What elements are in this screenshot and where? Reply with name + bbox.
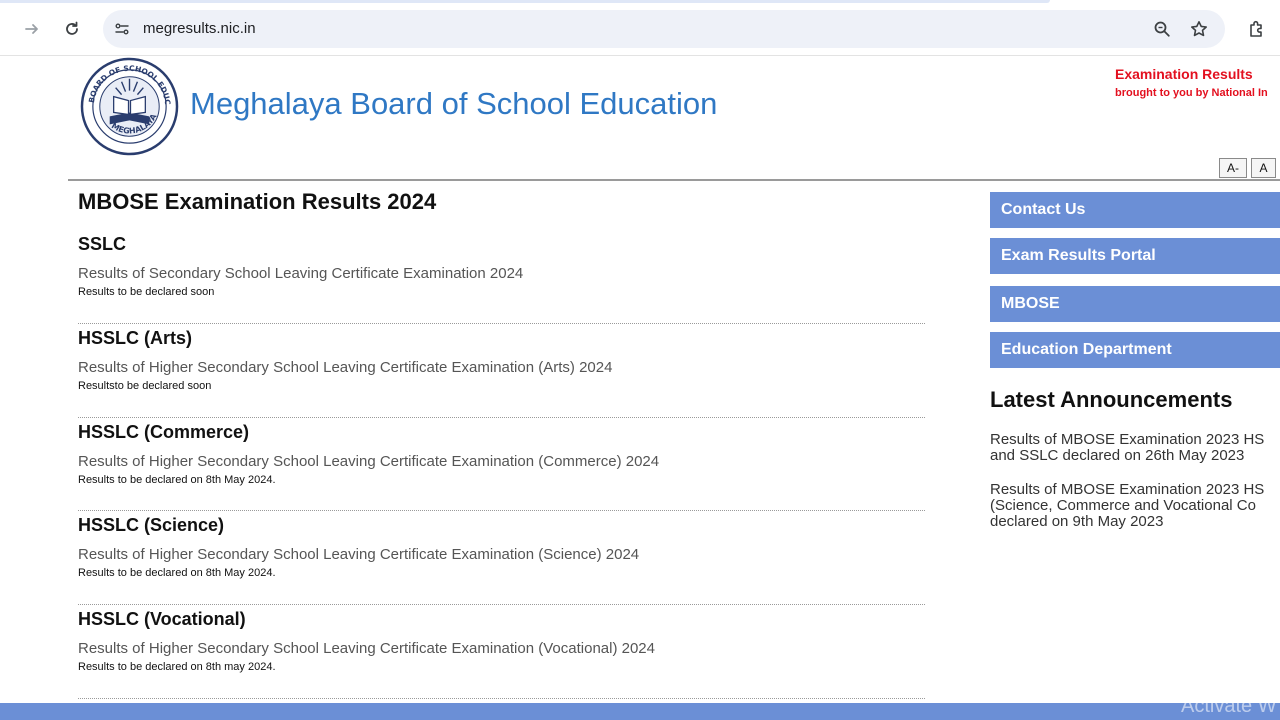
result-heading: HSSLC (Arts) [78,328,193,348]
site-info-icon[interactable] [112,19,132,39]
font-normal-button[interactable]: A [1251,158,1276,178]
announcement-line: and SSLC declared on 26th May 2023 [990,447,1245,464]
result-description-link[interactable]: Results of Secondary School Leaving Cert… [78,265,523,282]
result-heading: HSSLC (Commerce) [78,422,250,442]
bookmark-star-icon[interactable] [1189,19,1209,39]
result-status-note: Resultsto be declared soon [78,380,212,392]
result-item-hsslc-science: HSSLC (Science) Results of Higher Second… [78,515,925,605]
sidebar-link-mbose[interactable]: MBOSE [990,286,1280,322]
announcement-line: declared on 9th May 2023 [990,513,1164,530]
header-divider [68,179,1280,181]
sidebar-link-exam-results-portal[interactable]: Exam Results Portal [990,238,1280,274]
reload-icon[interactable] [59,16,85,42]
result-description-link[interactable]: Results of Higher Secondary School Leavi… [78,546,639,563]
result-heading: SSLC [78,234,127,254]
extensions-icon[interactable] [1244,16,1270,42]
windows-activation-watermark: Activate W [1181,695,1277,717]
announcement-line: Results of MBOSE Examination 2023 HS [990,432,1265,448]
result-status-note: Results to be declared on 8th May 2024. [78,474,276,486]
mbose-logo: BOARD OF SCHOOL EDUCATION MEGHALAYA [77,50,179,156]
site-title[interactable]: Meghalaya Board of School Education [190,86,717,122]
announcement-item[interactable]: Results of MBOSE Examination 2023 HS (Sc… [990,482,1280,530]
announcement-item[interactable]: Results of MBOSE Examination 2023 HS and… [990,432,1280,464]
address-bar[interactable]: megresults.nic.in [103,10,1225,48]
result-status-note: Results to be declared on 8th May 2024. [78,567,276,579]
tab-strip-edge [0,0,1050,3]
result-description-link[interactable]: Results of Higher Secondary School Leavi… [78,453,659,470]
result-description-link[interactable]: Results of Higher Secondary School Leavi… [78,640,655,657]
forward-icon[interactable] [19,16,45,42]
page-title: MBOSE Examination Results 2024 [78,189,437,214]
announcement-line: (Science, Commerce and Vocational Co [990,497,1256,514]
sidebar-link-contact-us[interactable]: Contact Us [990,192,1280,228]
announcements-title: Latest Announcements [990,387,1233,412]
header-nic-credit: brought to you by National In [1115,87,1268,99]
zoom-icon[interactable] [1152,19,1172,39]
result-item-sslc: SSLC Results of Secondary School Leaving… [78,234,925,324]
result-heading: HSSLC (Vocational) [78,609,246,629]
result-heading: HSSLC (Science) [78,515,225,535]
result-status-note: Results to be declared soon [78,286,215,298]
browser-toolbar: megresults.nic.in [0,0,1280,56]
header-exam-results-label: Examination Results [1115,66,1253,82]
result-item-hsslc-arts: HSSLC (Arts) Results of Higher Secondary… [78,328,925,418]
result-item-hsslc-vocational: HSSLC (Vocational) Results of Higher Sec… [78,609,925,699]
result-status-note: Results to be declared on 8th may 2024. [78,661,276,673]
announcement-line: Results of MBOSE Examination 2023 HS [990,482,1265,498]
footer-bar [0,703,1280,720]
result-description-link[interactable]: Results of Higher Secondary School Leavi… [78,359,612,376]
result-item-hsslc-commerce: HSSLC (Commerce) Results of Higher Secon… [78,422,925,511]
sidebar-link-education-department[interactable]: Education Department [990,332,1280,368]
url-text[interactable]: megresults.nic.in [143,20,256,37]
font-decrease-button[interactable]: A- [1219,158,1247,178]
